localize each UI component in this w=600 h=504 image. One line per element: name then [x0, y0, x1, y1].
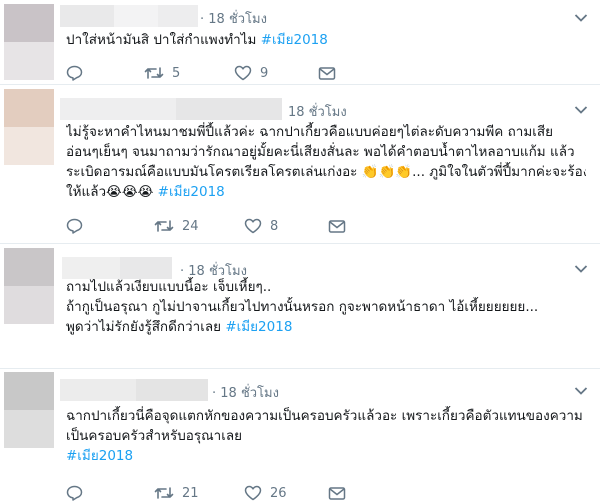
like-button[interactable]: 26: [244, 483, 287, 503]
tweet-text-line: ระเบิดอารมณ์คือแบบมันโครตเรียลโครตเล่นเก…: [66, 164, 586, 180]
tweet-timestamp[interactable]: · 18 ชั่วโมง: [212, 382, 279, 403]
tweet-text-line: เป็นครอบครัวสำหรับอรุณาเลย: [66, 428, 243, 444]
tweet-text-line: ฉากปาเกี้ยวนี่คือจุดแตกหักของความเป็นครอ…: [66, 408, 583, 424]
tweet-timestamp[interactable]: 18 ชั่วโมง: [288, 101, 347, 122]
tweet-text: ไม่รู้จะหาคำไหนมาชมพี่ปี้แล้วค่ะ ฉากปาเก…: [66, 122, 586, 202]
hashtag-link[interactable]: #เมีย2018: [158, 184, 225, 200]
avatar[interactable]: [4, 4, 54, 80]
tweet-text-line: ถามไปแล้วเงียบแบบนี้อะ เจ็บเหี้ยๆ..: [66, 279, 272, 295]
tweet-text-line: อ่อนๆเย็นๆ จนมาถามว่ารักณาอยู่มั้ยคะนี่เ…: [66, 144, 575, 160]
envelope-icon: [318, 66, 336, 80]
retweet-count: 24: [182, 218, 199, 234]
tweet-actions: 24 8: [66, 216, 366, 236]
envelope-icon: [328, 219, 346, 233]
retweet-button[interactable]: 21: [154, 483, 199, 503]
tweet-text: ฉากปาเกี้ยวนี่คือจุดแตกหักของความเป็นครอ…: [66, 406, 586, 466]
chevron-down-icon[interactable]: [574, 386, 588, 396]
retweet-icon: [154, 487, 174, 499]
tweet-timestamp[interactable]: · 18 ชั่วโมง: [200, 8, 267, 29]
retweet-button[interactable]: 5: [144, 63, 180, 83]
author-name-redacted[interactable]: [60, 98, 282, 120]
reply-button[interactable]: [66, 216, 91, 236]
direct-message-button[interactable]: [318, 63, 336, 83]
avatar[interactable]: [4, 248, 54, 324]
heart-icon: [234, 65, 252, 81]
reply-icon: [66, 218, 83, 234]
chevron-down-icon[interactable]: [574, 13, 588, 23]
tweet-text-line: #เมีย2018: [66, 446, 586, 466]
tweet-text-line: ไม่รู้จะหาคำไหนมาชมพี่ปี้แล้วค่ะ ฉากปาเก…: [66, 124, 554, 140]
author-name-redacted[interactable]: [60, 5, 198, 27]
tweet-text: ปาใส่หน้ามันสิ ปาใส่กำแพงทำไม #เมีย2018: [66, 30, 586, 50]
like-count: 26: [270, 485, 287, 501]
chevron-down-icon[interactable]: [574, 105, 588, 115]
avatar[interactable]: [4, 89, 54, 165]
tweet[interactable]: 18 ชั่วโมง ไม่รู้จะหาคำไหนมาชมพี่ปี้แล้ว…: [0, 85, 600, 243]
retweet-count: 5: [172, 65, 181, 81]
author-name-redacted[interactable]: [60, 379, 208, 401]
reply-icon: [66, 485, 83, 501]
author-name-redacted[interactable]: [62, 257, 172, 279]
heart-icon: [244, 485, 262, 501]
tweet-text-line: ถ้ากูเป็นอรุณา กูไม่ปาจานเกี้ยวไปทางนั้น…: [66, 299, 539, 315]
like-button[interactable]: 9: [234, 63, 268, 83]
tweet-actions: 21 26: [66, 483, 366, 503]
hashtag-link[interactable]: #เมีย2018: [261, 32, 328, 48]
chevron-down-icon[interactable]: [574, 264, 588, 274]
hashtag-link[interactable]: #เมีย2018: [225, 319, 292, 335]
tweet-text: ถามไปแล้วเงียบแบบนี้อะ เจ็บเหี้ยๆ.. ถ้าก…: [66, 277, 586, 337]
like-button[interactable]: 8: [244, 216, 278, 236]
tweet-text-line: พูดว่าไม่รักยังรู้สึกดีกว่าเลย #เมีย2018: [66, 319, 293, 335]
like-count: 8: [270, 218, 279, 234]
reply-icon: [66, 65, 83, 81]
envelope-icon: [328, 486, 346, 500]
direct-message-button[interactable]: [328, 483, 346, 503]
like-count: 9: [260, 65, 269, 81]
retweet-icon: [144, 67, 164, 79]
reply-button[interactable]: [66, 483, 91, 503]
tweet-text-line: ให้แล้ว😭😭😭 #เมีย2018: [66, 184, 225, 200]
retweet-button[interactable]: 24: [154, 216, 199, 236]
tweet-text-line: ปาใส่หน้ามันสิ ปาใส่กำแพงทำไม #เมีย2018: [66, 32, 328, 48]
hashtag-link[interactable]: #เมีย2018: [66, 448, 133, 464]
reply-button[interactable]: [66, 63, 91, 83]
heart-icon: [244, 218, 262, 234]
tweet[interactable]: · 18 ชั่วโมง ถามไปแล้วเงียบแบบนี้อะ เจ็บ…: [0, 244, 600, 368]
tweet[interactable]: · 18 ชั่วโมง ฉากปาเกี้ยวนี่คือจุดแตกหักข…: [0, 369, 600, 504]
tweet-actions: 5 9: [66, 63, 366, 83]
direct-message-button[interactable]: [328, 216, 346, 236]
retweet-icon: [154, 220, 174, 232]
avatar[interactable]: [4, 372, 54, 448]
retweet-count: 21: [182, 485, 199, 501]
tweet[interactable]: · 18 ชั่วโมง ปาใส่หน้ามันสิ ปาใส่กำแพงทำ…: [0, 0, 600, 84]
